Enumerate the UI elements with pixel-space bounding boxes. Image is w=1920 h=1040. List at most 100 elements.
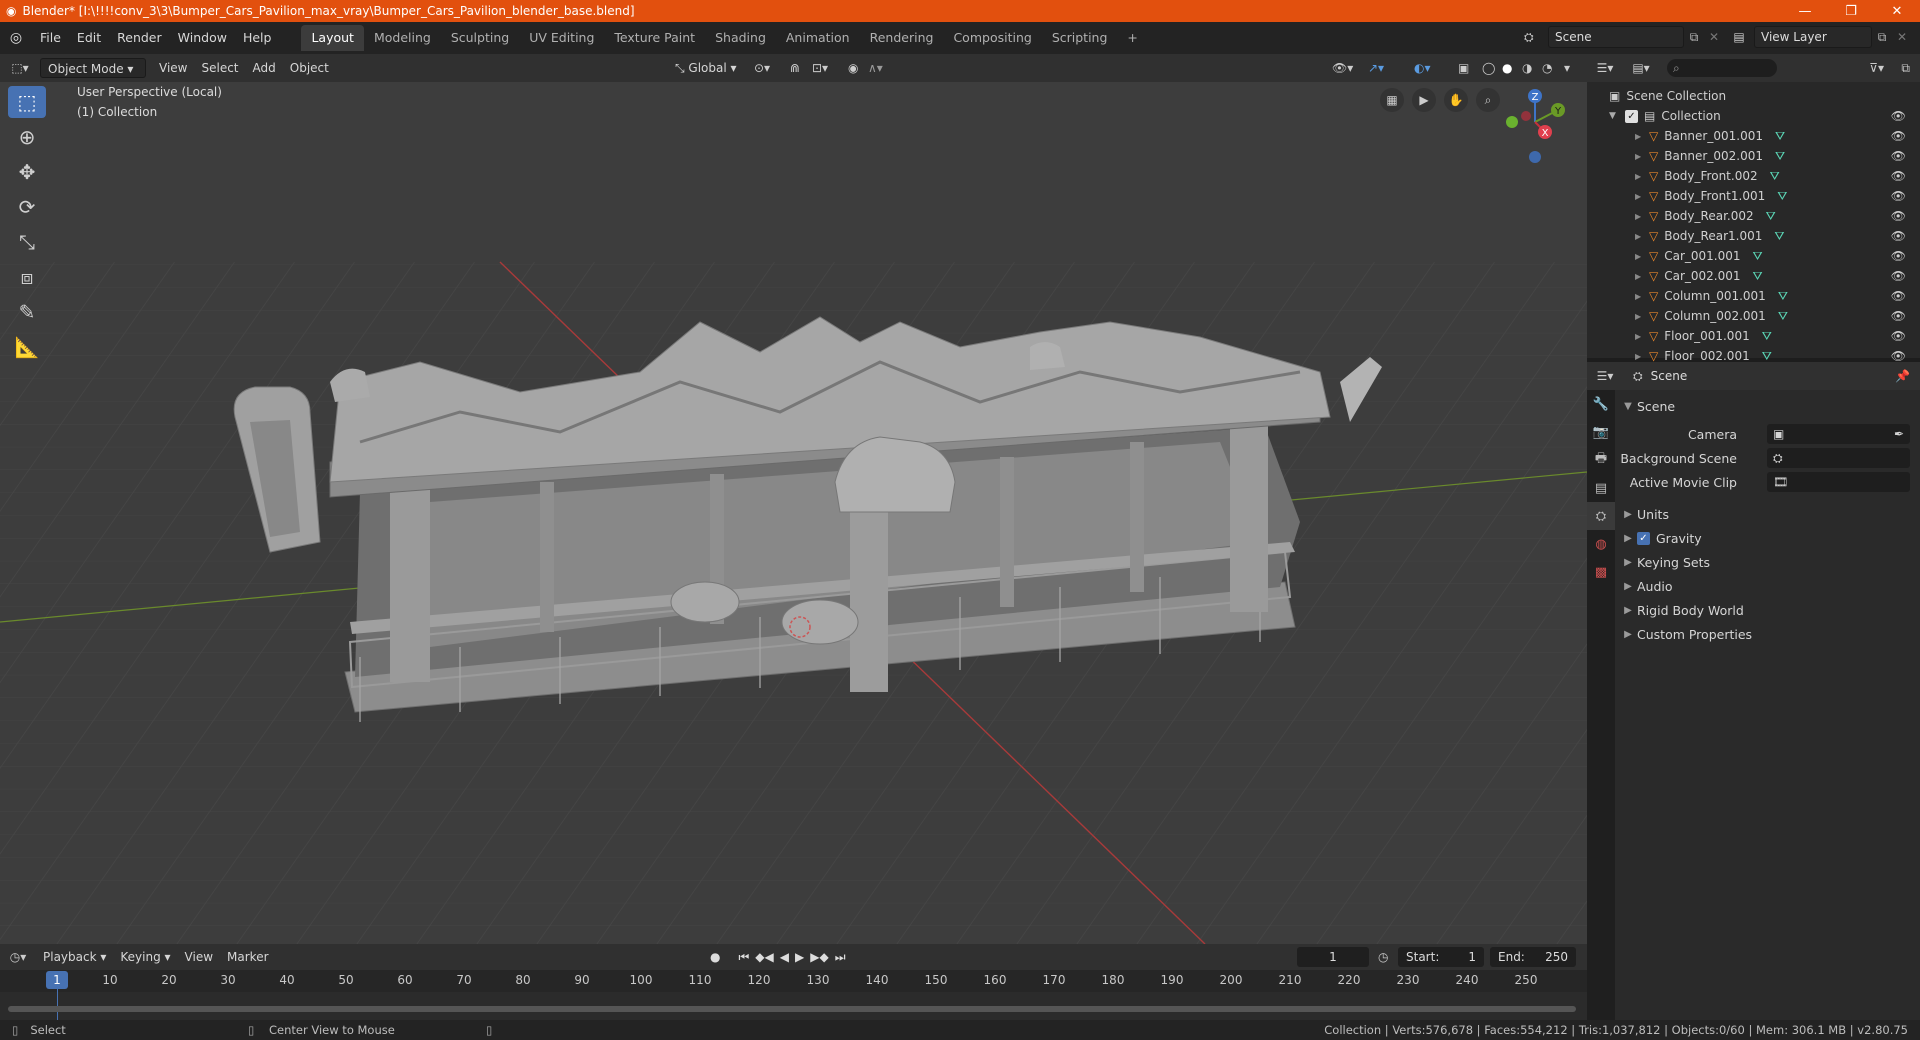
end-frame-field[interactable]: End: 250 bbox=[1490, 947, 1576, 967]
camera-view-icon[interactable]: ▶ bbox=[1412, 88, 1436, 112]
view-layer-icon[interactable]: ▤ bbox=[1724, 30, 1754, 44]
xray-icon[interactable]: ▣ bbox=[1458, 61, 1469, 75]
solid-shading-icon[interactable]: ● bbox=[1502, 61, 1512, 75]
new-view-layer-icon[interactable]: ⧉ bbox=[1872, 30, 1892, 45]
object-menu[interactable]: Object bbox=[283, 58, 336, 78]
clock-icon[interactable]: ◷ bbox=[1378, 950, 1388, 964]
add-workspace-button[interactable]: + bbox=[1117, 25, 1147, 51]
expand-arrow-icon[interactable]: ▶ bbox=[1635, 172, 1649, 181]
restore-button[interactable]: ❐ bbox=[1828, 0, 1874, 22]
visibility-eye-icon[interactable]: 👁 bbox=[1891, 229, 1906, 243]
scene-icon[interactable]: ⛭ bbox=[1524, 30, 1548, 45]
jump-end-icon[interactable]: ⏭ bbox=[835, 950, 846, 965]
tab-rendering[interactable]: Rendering bbox=[860, 25, 944, 51]
minimize-button[interactable]: — bbox=[1782, 0, 1828, 22]
outliner-item[interactable]: ▶ ▽ Body_Front.002 ⛛ 👁 bbox=[1587, 166, 1920, 186]
tab-texture-paint[interactable]: Texture Paint bbox=[604, 25, 705, 51]
expand-arrow-icon[interactable]: ▶ bbox=[1635, 312, 1649, 321]
outliner-search-input[interactable]: ⌕ bbox=[1667, 59, 1777, 77]
select-box-tool-icon[interactable]: ⬚ bbox=[8, 86, 46, 118]
snap-icon[interactable]: ⋒ bbox=[790, 61, 800, 75]
shading-options-icon[interactable]: ▾ bbox=[1564, 61, 1570, 75]
scale-tool-icon[interactable]: ⤡ bbox=[8, 226, 46, 258]
world-tab-icon[interactable]: ◍ bbox=[1587, 530, 1615, 558]
annotate-tool-icon[interactable]: ✎ bbox=[8, 296, 46, 328]
outliner-item[interactable]: ▶ ▽ Banner_001.001 ⛛ 👁 bbox=[1587, 126, 1920, 146]
visibility-eye-icon[interactable]: 👁 bbox=[1891, 269, 1906, 283]
transform-orientation-dropdown[interactable]: ⤡ Global ▾ bbox=[668, 58, 746, 78]
keying-menu[interactable]: Keying ▾ bbox=[113, 947, 177, 967]
outliner-item[interactable]: ▶ ▽ Body_Rear.002 ⛛ 👁 bbox=[1587, 206, 1920, 226]
visibility-eye-icon[interactable]: 👁 bbox=[1891, 289, 1906, 303]
expand-arrow-icon[interactable]: ▶ bbox=[1635, 232, 1649, 241]
visibility-eye-icon[interactable]: 👁 bbox=[1891, 189, 1906, 203]
start-frame-field[interactable]: Start: 1 bbox=[1398, 947, 1484, 967]
scene-tab-icon[interactable]: ⛭ bbox=[1587, 502, 1615, 530]
transform-tool-icon[interactable]: ⧈ bbox=[8, 261, 46, 293]
visibility-eye-icon[interactable]: 👁 bbox=[1891, 349, 1906, 363]
new-collection-icon[interactable]: ⧉ bbox=[1901, 61, 1910, 76]
gravity-checkbox[interactable]: ✓ bbox=[1637, 531, 1650, 545]
gravity-section[interactable]: ▶ ✓ Gravity bbox=[1615, 526, 1920, 550]
tab-modeling[interactable]: Modeling bbox=[364, 25, 441, 51]
outliner-item[interactable]: ▶ ▽ Column_001.001 ⛛ 👁 bbox=[1587, 286, 1920, 306]
display-mode-icon[interactable]: ▤▾ bbox=[1623, 61, 1659, 75]
measure-tool-icon[interactable]: 📐 bbox=[8, 331, 46, 363]
expand-arrow-icon[interactable]: ▶ bbox=[1635, 132, 1649, 141]
expand-arrow-icon[interactable]: ▶ bbox=[1635, 152, 1649, 161]
visibility-eye-icon[interactable]: 👁 bbox=[1891, 129, 1906, 143]
background-scene-field[interactable]: ⛭ bbox=[1767, 448, 1910, 468]
pin-icon[interactable]: 📌 bbox=[1895, 369, 1910, 383]
visibility-eye-icon[interactable]: 👁 bbox=[1891, 209, 1906, 223]
proportional-edit-icon[interactable]: ◉ bbox=[848, 61, 858, 75]
outliner-item[interactable]: ▶ ▽ Car_002.001 ⛛ 👁 bbox=[1587, 266, 1920, 286]
menu-window[interactable]: Window bbox=[170, 26, 235, 50]
snap-target-icon[interactable]: ⊡▾ bbox=[812, 61, 828, 75]
outliner-item[interactable]: ▶ ▽ Car_001.001 ⛛ 👁 bbox=[1587, 246, 1920, 266]
outliner-item[interactable]: ▶ ▽ Column_002.001 ⛛ 👁 bbox=[1587, 306, 1920, 326]
tab-layout[interactable]: Layout bbox=[301, 25, 364, 51]
view-layer-tab-icon[interactable]: ▤ bbox=[1587, 474, 1615, 502]
current-frame-field[interactable]: 1 bbox=[1297, 947, 1369, 967]
scene-section-header[interactable]: ▼ Scene bbox=[1615, 394, 1920, 418]
expand-arrow-icon[interactable]: ▶ bbox=[1635, 252, 1649, 261]
rotate-tool-icon[interactable]: ⟳ bbox=[8, 191, 46, 223]
timeline-view-menu[interactable]: View bbox=[178, 947, 220, 967]
outliner-item[interactable]: ▶ ▽ Banner_002.001 ⛛ 👁 bbox=[1587, 146, 1920, 166]
tab-animation[interactable]: Animation bbox=[776, 25, 860, 51]
editor-type-icon[interactable]: ⬚▾ bbox=[0, 61, 40, 75]
audio-section[interactable]: ▶ Audio bbox=[1615, 574, 1920, 598]
timeline-scrollbar[interactable] bbox=[8, 1006, 1576, 1012]
expand-arrow-icon[interactable]: ▶ bbox=[1635, 352, 1649, 361]
toggle-camera-grid-icon[interactable]: ▦ bbox=[1380, 88, 1404, 112]
expand-arrow-icon[interactable]: ▶ bbox=[1635, 192, 1649, 201]
outliner-item[interactable]: ▶ ▽ Body_Front1.001 ⛛ 👁 bbox=[1587, 186, 1920, 206]
select-menu[interactable]: Select bbox=[194, 58, 245, 78]
close-button[interactable]: ✕ bbox=[1874, 0, 1920, 22]
texture-tab-icon[interactable]: ▩ bbox=[1587, 558, 1615, 586]
view-layer-selector[interactable]: View Layer bbox=[1754, 26, 1872, 48]
visibility-eye-icon[interactable]: 👁 bbox=[1891, 249, 1906, 263]
frame-ruler[interactable]: 1 10 20 30 40 50 60 70 80 90 100 110 120… bbox=[0, 970, 1587, 1020]
blender-menu-icon[interactable]: ◎ bbox=[0, 30, 32, 46]
tool-tab-icon[interactable]: 🔧 bbox=[1587, 390, 1615, 418]
expand-arrow-icon[interactable]: ▶ bbox=[1635, 272, 1649, 281]
3d-viewport[interactable]: User Perspective (Local) (1) Collection … bbox=[0, 82, 1587, 944]
visibility-eye-icon[interactable]: 👁 bbox=[1891, 149, 1906, 163]
expand-arrow-icon[interactable]: ▶ bbox=[1635, 292, 1649, 301]
active-movie-clip-field[interactable]: 🎞 bbox=[1767, 472, 1910, 492]
expand-arrow-icon[interactable]: ▶ bbox=[1635, 212, 1649, 221]
collection-visibility-eye-icon[interactable]: 👁 bbox=[1891, 109, 1906, 123]
tab-shading[interactable]: Shading bbox=[705, 25, 776, 51]
delete-scene-icon[interactable]: ✕ bbox=[1704, 30, 1724, 44]
visibility-icon[interactable]: 👁▾ bbox=[1332, 61, 1353, 75]
outliner-item[interactable]: ▶ ▽ Floor_001.001 ⛛ 👁 bbox=[1587, 326, 1920, 346]
timeline-editor-type-icon[interactable]: ◷▾ bbox=[0, 950, 36, 964]
scene-selector[interactable]: Scene bbox=[1548, 26, 1684, 48]
pan-view-icon[interactable]: ✋ bbox=[1444, 88, 1468, 112]
visibility-eye-icon[interactable]: 👁 bbox=[1891, 169, 1906, 183]
new-scene-icon[interactable]: ⧉ bbox=[1684, 30, 1704, 45]
jump-start-icon[interactable]: ⏮ bbox=[738, 950, 749, 965]
tab-scripting[interactable]: Scripting bbox=[1042, 25, 1118, 51]
navigation-gizmo[interactable]: Z Y X bbox=[1490, 82, 1580, 172]
